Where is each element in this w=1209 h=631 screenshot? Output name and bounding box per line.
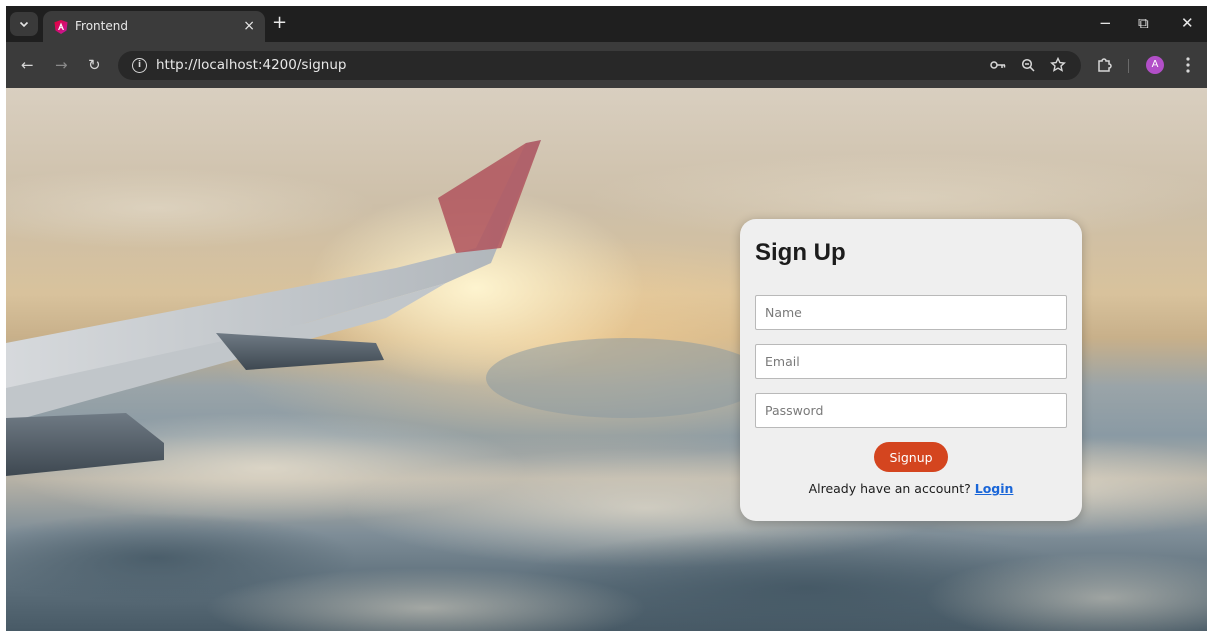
- browser-window: Frontend × + − ⧉ ✕ ← → ↻ i http://localh…: [6, 6, 1207, 631]
- forward-arrow-icon[interactable]: →: [55, 55, 68, 75]
- restore-icon[interactable]: ⧉: [1138, 13, 1149, 33]
- close-window-icon[interactable]: ✕: [1181, 13, 1194, 33]
- browser-toolbar: ← → ↻ i http://localhost:4200/signup A: [6, 42, 1207, 88]
- signup-button[interactable]: Signup: [874, 442, 948, 472]
- tab-close-icon[interactable]: ×: [243, 17, 255, 35]
- zoom-icon[interactable]: [1021, 58, 1035, 72]
- password-key-icon[interactable]: [990, 59, 1006, 71]
- bookmark-star-icon[interactable]: [1050, 57, 1066, 73]
- extensions-puzzle-icon[interactable]: [1096, 56, 1113, 73]
- angular-favicon-icon: [54, 20, 68, 34]
- reload-icon[interactable]: ↻: [88, 55, 101, 75]
- tab-title: Frontend: [75, 19, 128, 33]
- profile-avatar[interactable]: A: [1146, 56, 1164, 74]
- login-link[interactable]: Login: [975, 481, 1014, 496]
- address-bar[interactable]: i http://localhost:4200/signup: [118, 51, 1081, 80]
- password-input[interactable]: [755, 393, 1067, 428]
- login-prompt-text: Already have an account?: [808, 481, 971, 496]
- signup-card: Sign Up Signup Already have an account? …: [740, 219, 1082, 521]
- login-prompt: Already have an account? Login: [740, 481, 1082, 496]
- page-viewport: Sign Up Signup Already have an account? …: [6, 88, 1207, 631]
- tab-search-button[interactable]: [10, 12, 38, 36]
- signup-title: Sign Up: [755, 239, 846, 266]
- name-input[interactable]: [755, 295, 1067, 330]
- tab-frontend[interactable]: Frontend ×: [43, 11, 265, 42]
- url-text[interactable]: http://localhost:4200/signup: [156, 57, 346, 73]
- toolbar-divider: [1128, 59, 1129, 73]
- site-info-icon[interactable]: i: [132, 58, 147, 73]
- kebab-menu-icon[interactable]: [1186, 57, 1190, 73]
- chevron-down-icon: [19, 21, 29, 28]
- minimize-icon[interactable]: −: [1099, 13, 1112, 33]
- new-tab-button[interactable]: +: [272, 13, 287, 33]
- email-input[interactable]: [755, 344, 1067, 379]
- back-arrow-icon[interactable]: ←: [21, 55, 34, 75]
- tab-strip: Frontend × + − ⧉ ✕: [6, 6, 1207, 42]
